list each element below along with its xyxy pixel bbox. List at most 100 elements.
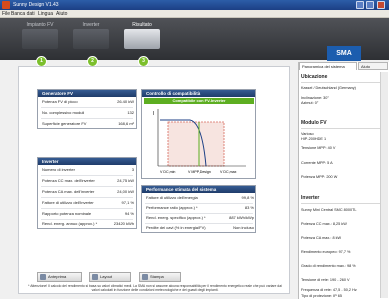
grid-freq-line: Frequenza di rete: 47,5 - 50,2 Hz <box>301 288 357 292</box>
tab-label: Risultato <box>132 22 152 28</box>
inverter-image <box>73 29 109 49</box>
header-banner: Impianto FV Inverter Risultato SMA <box>0 18 389 61</box>
preview-button[interactable]: Anteprima <box>37 272 82 282</box>
tilt-line: Inclinazione: 30° <box>301 96 329 100</box>
location-line: Kassel / Deutschland (Germany) <box>301 86 356 90</box>
dc-power-line: Potenza CC max.: 8,25 kW <box>301 222 347 226</box>
row-label: Potenza CC max. dell'inverter <box>42 178 95 183</box>
results-content: Generatore FV Potenza FV di picco 26.40 … <box>18 66 290 294</box>
yield-disclaimer: * Attenzione! Il calcolo del rendimento … <box>28 284 282 292</box>
row-value: 24,00 kW <box>117 189 134 194</box>
row-performance-ratio: Performance ratio (approx.) * 83 % <box>146 203 254 213</box>
section-divider <box>301 128 383 129</box>
x-tick-vmpp: V MPP,Design <box>188 170 211 174</box>
row-label: Potenza CA max. dell'inverter <box>42 189 95 194</box>
row-label: Rend. energ. specifico (approx.) * <box>146 215 206 220</box>
sma-logo: SMA <box>327 46 361 61</box>
panel-title: Controllo di compatibilità <box>142 90 255 97</box>
pv-panel-image <box>22 29 58 49</box>
sidebar-scrollbar[interactable] <box>380 72 388 298</box>
menu-file[interactable]: File <box>2 10 10 18</box>
row-potenza-picco: Potenza FV di picco 26.40 kW <box>42 97 134 107</box>
y-axis-label: I <box>153 111 154 117</box>
printer-icon <box>142 274 148 280</box>
tab-risultato[interactable]: Risultato <box>118 21 166 51</box>
section-inverter: Inverter <box>301 195 320 201</box>
row-label: Rapporto potenza nominale <box>42 211 92 216</box>
minimize-button[interactable] <box>356 1 364 9</box>
row-label: Superficie generatore FV <box>42 121 87 126</box>
row-value: 24,75 kW <box>117 178 134 183</box>
preview-icon <box>40 274 46 280</box>
module-model-line: HIP-200HDE 1 <box>301 137 327 141</box>
x-tick-vdcmax: V DC,max <box>220 170 237 174</box>
menu-lingua[interactable]: Lingua <box>38 10 53 18</box>
layout-icon <box>92 274 98 280</box>
app-logo-icon <box>2 1 10 9</box>
panel-title: Inverter <box>38 158 136 165</box>
tab-label: Inverter <box>82 22 100 28</box>
performance-panel: Performance stimata del sistema Fattore … <box>141 185 256 233</box>
row-numero-inverter: Numero di inverter 3 <box>42 165 134 175</box>
result-image <box>124 29 160 49</box>
tab-inverter[interactable]: Inverter <box>67 21 115 51</box>
section-modulo-fv: Modulo FV <box>301 120 327 126</box>
row-value: 168,6 m² <box>118 121 134 126</box>
x-tick-vdcmin: V DC,min <box>160 170 175 174</box>
tab-aiuto[interactable]: Aiuto <box>358 62 388 70</box>
row-rend-specifico: Rend. energ. specifico (approx.) * 887 k… <box>146 213 254 223</box>
print-button[interactable]: Stampa <box>139 272 181 282</box>
menu-bar: File Banca dati Lingua Aiuto <box>0 10 389 18</box>
protection-line: Tipo di protezione: IP 65 <box>301 294 342 298</box>
row-label: No. complessivo moduli <box>42 110 85 115</box>
button-label: Anteprima <box>48 274 67 279</box>
title-bar[interactable]: Sunny Design V1.43 <box>0 0 389 10</box>
close-button[interactable] <box>377 1 385 9</box>
layout-button[interactable]: Layout <box>89 272 131 282</box>
euro-eff-line: Rendimento europeo: 97,7 % <box>301 250 351 254</box>
menu-banca-dati[interactable]: Banca dati <box>11 10 35 18</box>
menu-aiuto[interactable]: Aiuto <box>56 10 67 18</box>
tab-panoramica[interactable]: Panoramica del sistema <box>299 62 357 70</box>
row-value: 83 % <box>244 205 254 210</box>
row-value: 97,1 % <box>121 200 134 205</box>
row-label: Potenza FV di picco <box>42 99 78 104</box>
row-potenza-cc: Potenza CC max. dell'inverter 24,75 kW <box>42 176 134 186</box>
row-perdite-cavi: Perdite dei cavi (% in energia/FV) Non i… <box>146 223 254 233</box>
row-rend-energ: Rend. energ. annuo (approx.) * 23420 kWh <box>42 219 134 229</box>
button-label: Layout <box>100 274 113 279</box>
row-value: Non incluso <box>233 225 254 230</box>
row-value: 26.40 kW <box>117 99 134 104</box>
row-label: Fattore di utilizzo dell'energia <box>146 195 198 200</box>
row-fattore-energia: Fattore di utilizzo dell'energia 99,8 % <box>146 193 254 203</box>
window-title: Sunny Design V1.43 <box>13 2 59 8</box>
row-value: 132 <box>127 110 134 115</box>
system-overview-panel: Panoramica del sistema Aiuto Ubicazione … <box>298 62 389 299</box>
row-value: 94 % <box>124 211 134 216</box>
compat-panel: Controllo di compatibilità Compatibile c… <box>141 89 256 179</box>
inverter-model-line: Sunny Mini Central SMC 8000TL <box>301 208 357 212</box>
row-label: Rend. energ. annuo (approx.) * <box>42 221 98 226</box>
row-numero-moduli: No. complessivo moduli 132 <box>42 108 134 118</box>
panel-title: Performance stimata del sistema <box>142 186 255 193</box>
section-ubicazione: Ubicazione <box>301 74 328 80</box>
maximize-button[interactable] <box>366 1 374 9</box>
operating-window <box>167 121 225 167</box>
generator-panel: Generatore FV Potenza FV di picco 26.40 … <box>37 89 137 129</box>
grid-voltage-line: Tensione di rete: 190 - 260 V <box>301 278 350 282</box>
iv-curve-chart: I V DC,min V MPP,Design V DC,max <box>153 109 246 174</box>
button-label: Stampa <box>150 274 164 279</box>
section-divider <box>301 203 383 204</box>
compat-status-banner: Compatibile con FV-Inverter <box>144 98 254 104</box>
row-rapporto-potenza: Rapporto potenza nominale 94 % <box>42 209 134 219</box>
row-label: Fattore di utilizzo dell'inverter <box>42 200 94 205</box>
panel-title: Generatore FV <box>38 90 136 97</box>
row-value: 23420 kWh <box>113 221 134 226</box>
tab-impianto-fv[interactable]: Impianto FV <box>16 21 64 51</box>
row-label: Perdite dei cavi (% in energia/FV) <box>146 225 206 230</box>
inverter-panel: Inverter Numero di inverter 3 Potenza CC… <box>37 157 137 229</box>
row-label: Performance ratio (approx.) * <box>146 205 198 210</box>
section-divider <box>301 82 383 83</box>
tab-label: Impianto FV <box>26 22 54 28</box>
row-value: 887 kWh/kWp <box>229 215 254 220</box>
